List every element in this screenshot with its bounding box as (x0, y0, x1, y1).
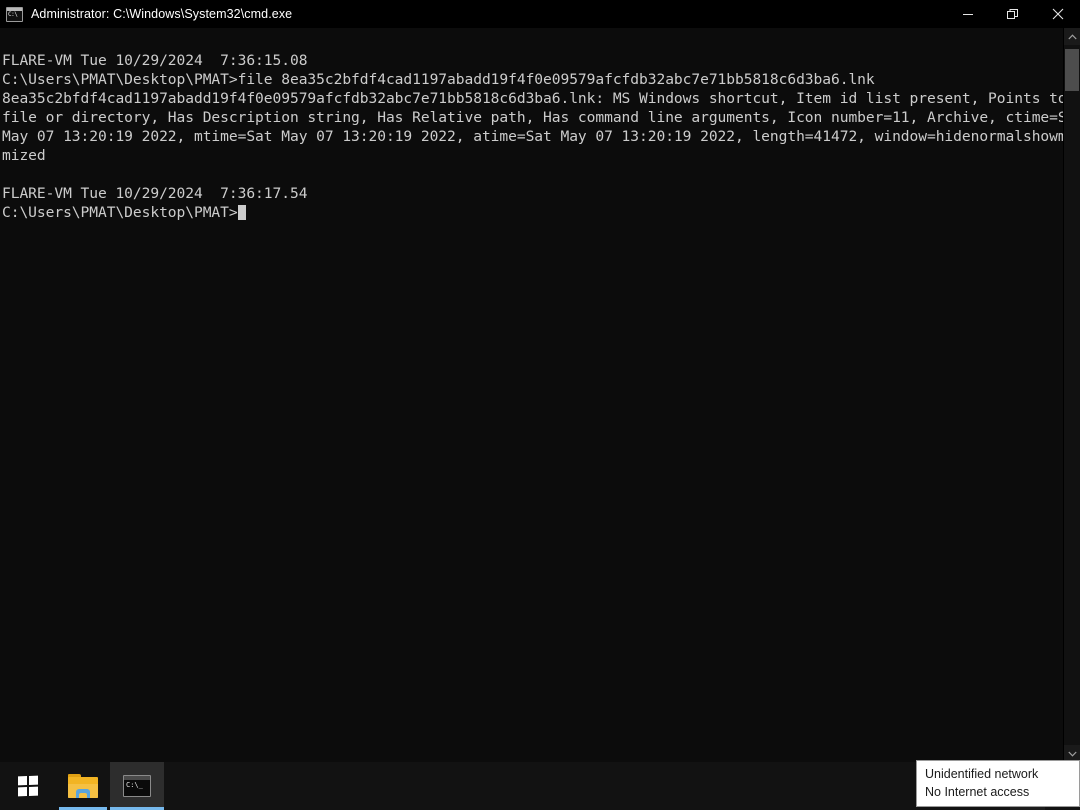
network-tooltip: Unidentified network No Internet access (916, 760, 1080, 807)
window-controls (945, 0, 1080, 28)
folder-icon (68, 774, 98, 798)
cmd-window-icon-glyph: C:\ (8, 10, 18, 18)
start-button[interactable] (0, 762, 56, 810)
console-line: May 07 13:20:19 2022, mtime=Sat May 07 1… (2, 128, 1063, 146)
tooltip-line-2: No Internet access (925, 785, 1030, 799)
window-title: Administrator: C:\Windows\System32\cmd.e… (31, 7, 293, 21)
console-line: FLARE-VM Tue 10/29/2024 7:36:17.54 (2, 185, 308, 203)
cmd-console-window: C:\ Administrator: C:\Windows\System32\c… (0, 0, 1080, 762)
desktop: C:\ Administrator: C:\Windows\System32\c… (0, 0, 1080, 810)
restore-button[interactable] (990, 0, 1035, 28)
taskbar-empty-area[interactable] (164, 762, 944, 810)
console-caret (237, 205, 247, 221)
scrollbar-thumb[interactable] (1065, 49, 1079, 91)
windows-logo-icon (18, 775, 38, 797)
console-line: FLARE-VM Tue 10/29/2024 7:36:15.08 (2, 52, 308, 70)
cmd-icon: C:\_ (123, 775, 151, 797)
console-line: 8ea35c2bfdf4cad1197abadd19f4f0e09579afcf… (2, 90, 1063, 108)
console-line: file or directory, Has Description strin… (2, 109, 1063, 127)
scrollbar-track[interactable] (1064, 45, 1080, 745)
tooltip-line-1: Unidentified network (925, 767, 1039, 781)
console-line: C:\Users\PMAT\Desktop\PMAT> (2, 203, 1063, 222)
close-button[interactable] (1035, 0, 1080, 28)
taskbar-item-file-explorer[interactable] (56, 762, 110, 810)
console-scrollbar[interactable] (1063, 28, 1080, 762)
taskbar-item-cmd[interactable]: C:\_ (110, 762, 164, 810)
scrollbar-up-arrow[interactable] (1064, 28, 1080, 45)
cmd-window-icon: C:\ (6, 6, 23, 22)
window-title-bar[interactable]: C:\ Administrator: C:\Windows\System32\c… (0, 0, 1080, 28)
console-line: C:\Users\PMAT\Desktop\PMAT>file 8ea35c2b… (2, 71, 875, 89)
console-output[interactable]: FLARE-VM Tue 10/29/2024 7:36:15.08 C:\Use… (0, 28, 1063, 762)
console-line: mized (2, 147, 46, 165)
taskbar-buttons: C:\_ (0, 762, 164, 810)
console-body[interactable]: FLARE-VM Tue 10/29/2024 7:36:15.08 C:\Use… (0, 28, 1080, 762)
minimize-button[interactable] (945, 0, 990, 28)
